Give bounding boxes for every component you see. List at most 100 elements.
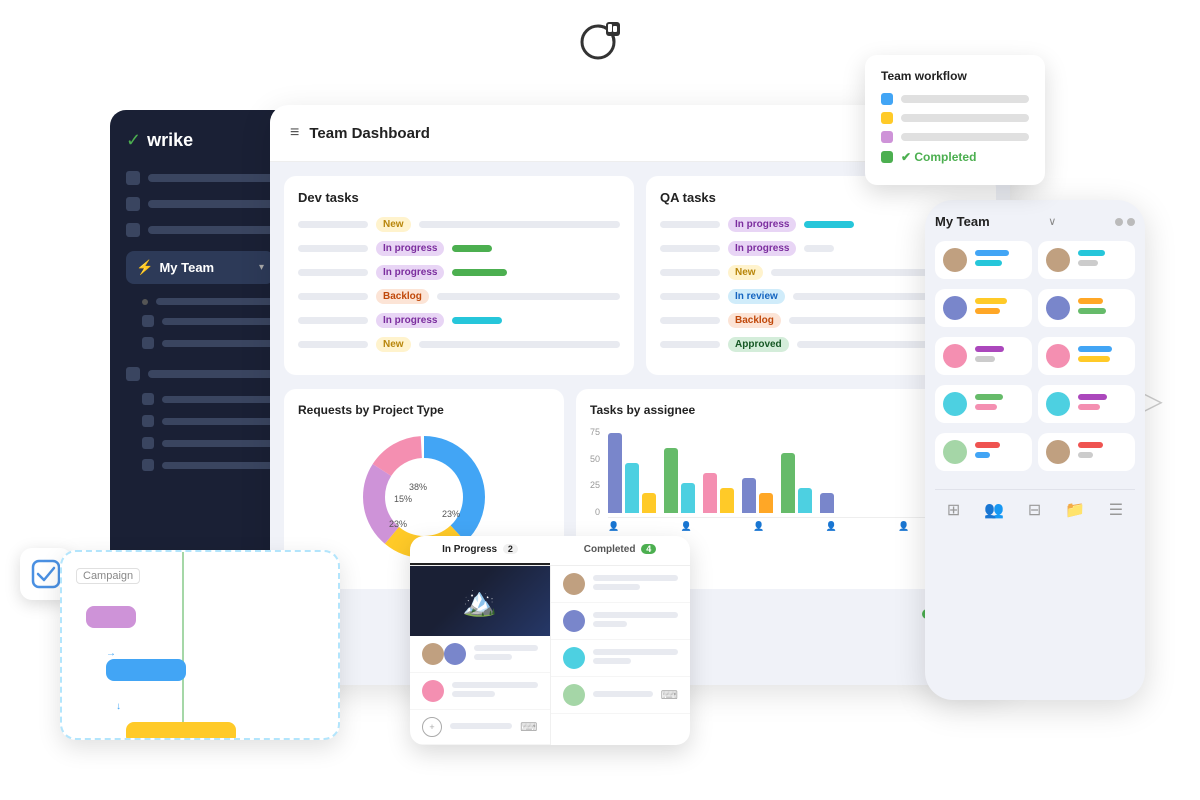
workflow-item (881, 131, 1029, 143)
sidebar-sub-item[interactable] (126, 393, 274, 405)
dashboard-title: Team Dashboard (309, 125, 430, 142)
task-bar (804, 245, 834, 252)
mobile-team-row[interactable] (935, 289, 1032, 327)
mini-avatar (422, 680, 444, 702)
mobile-team-row[interactable] (935, 337, 1032, 375)
nav-grid-icon[interactable]: ⊟ (1028, 500, 1041, 520)
mini-row[interactable] (551, 603, 691, 640)
mini-bar (593, 691, 653, 697)
mobile-lines (1078, 394, 1127, 414)
campaign-card: Campaign → ↓ (60, 550, 340, 740)
mobile-lines (975, 394, 1024, 414)
task-bar (419, 341, 620, 348)
progress-bar (452, 245, 492, 252)
status-badge: Backlog (728, 313, 781, 328)
bar-group (742, 478, 773, 513)
mobile-avatar (1046, 344, 1070, 368)
tab-completed[interactable]: Completed 4 (550, 536, 690, 565)
nav-people-icon[interactable]: 👥 (984, 500, 1004, 520)
mobile-header: My Team ∨ (935, 214, 1135, 229)
wf-bar (901, 114, 1029, 122)
mobile-team-row[interactable] (1038, 289, 1135, 327)
bar-segment (664, 448, 678, 513)
mini-avatar (563, 684, 585, 706)
sidebar-sub-item[interactable] (126, 298, 274, 305)
sidebar-dot-icon (126, 171, 140, 185)
mini-bar (593, 658, 631, 664)
mobile-avatar (1046, 392, 1070, 416)
sidebar-sub-label (156, 298, 274, 305)
mini-avatar (563, 610, 585, 632)
completed-count-badge: 4 (641, 544, 656, 554)
status-badge: In review (728, 289, 785, 304)
sidebar-label-bar (148, 226, 274, 234)
sidebar-sub-label (162, 340, 274, 347)
mini-row[interactable]: ⌨ (551, 677, 691, 714)
sidebar-item[interactable] (126, 223, 274, 237)
status-badge: New (376, 217, 411, 232)
mobile-lines (1078, 250, 1127, 270)
bar-y-labels: 75 50 25 0 (590, 427, 600, 517)
mini-lines (474, 645, 538, 663)
campaign-title: Campaign (76, 568, 140, 584)
sidebar-sub-item[interactable] (126, 437, 274, 449)
svg-text:38%: 38% (409, 482, 427, 492)
mini-row[interactable]: + ⌨ (410, 710, 550, 745)
nav-menu-icon[interactable]: ☰ (1109, 500, 1123, 520)
nav-folder-icon[interactable]: 📁 (1065, 500, 1085, 520)
mobile-dot (1127, 218, 1135, 226)
mobile-team-row[interactable] (1038, 241, 1135, 279)
sidebar-item[interactable] (126, 197, 274, 211)
tab-inprogress[interactable]: In Progress 2 (410, 536, 550, 565)
task-item[interactable]: New (298, 337, 620, 352)
mobile-team-row[interactable] (1038, 337, 1135, 375)
sidebar-item[interactable] (126, 367, 274, 381)
bar-segment (820, 493, 834, 513)
mini-row[interactable] (410, 673, 550, 710)
bar-segment (720, 488, 734, 513)
sidebar-sub-label (162, 462, 274, 469)
status-badge: In progress (376, 265, 444, 280)
wf-bar (901, 133, 1029, 141)
campaign-node-blue (106, 659, 186, 681)
campaign-arrow-icon: → (106, 648, 324, 659)
mobile-bar (975, 250, 1009, 256)
mini-bar (593, 612, 679, 618)
sidebar-label-bar (148, 174, 274, 182)
mini-bar (593, 584, 640, 590)
wf-color-dot (881, 131, 893, 143)
sidebar-sub-item[interactable] (126, 459, 274, 471)
workflow-tooltip: Team workflow ✔ Completed (865, 55, 1045, 185)
sidebar-sub-item[interactable] (126, 415, 274, 427)
hamburger-icon[interactable]: ≡ (290, 124, 299, 142)
bar-group (664, 448, 695, 513)
sidebar-sub-label (162, 318, 274, 325)
mobile-team-row[interactable] (1038, 433, 1135, 471)
mobile-team-row[interactable] (935, 241, 1032, 279)
mobile-team-row[interactable] (935, 385, 1032, 423)
sidebar-sub-item[interactable] (126, 337, 274, 349)
mini-bar (474, 645, 538, 651)
task-item[interactable]: In progress (298, 241, 620, 256)
my-team-icon: ⚡ (136, 259, 153, 276)
task-item[interactable]: New (298, 217, 620, 232)
mini-row[interactable] (551, 566, 691, 603)
mobile-bar (975, 356, 995, 362)
sidebar-item[interactable] (126, 171, 274, 185)
mini-row[interactable] (410, 636, 550, 673)
task-item[interactable]: In progress (298, 313, 620, 328)
sidebar-label-bar (148, 200, 274, 208)
mobile-team-row[interactable] (935, 433, 1032, 471)
mini-avatar (444, 643, 466, 665)
sidebar-sub-item[interactable] (126, 315, 274, 327)
sidebar-sub-dot-icon (142, 315, 154, 327)
task-item[interactable]: In progress (298, 265, 620, 280)
my-team-button[interactable]: ⚡ My Team ▾ (126, 251, 274, 284)
bar-chart-title: Tasks by assignee (590, 403, 982, 417)
nav-home-icon[interactable]: ⊞ (947, 500, 960, 520)
mini-row[interactable] (551, 640, 691, 677)
bar-segment (703, 473, 717, 513)
mobile-team-row[interactable] (1038, 385, 1135, 423)
task-item[interactable]: Backlog (298, 289, 620, 304)
mini-col-left: 🏔️ + (410, 566, 550, 745)
